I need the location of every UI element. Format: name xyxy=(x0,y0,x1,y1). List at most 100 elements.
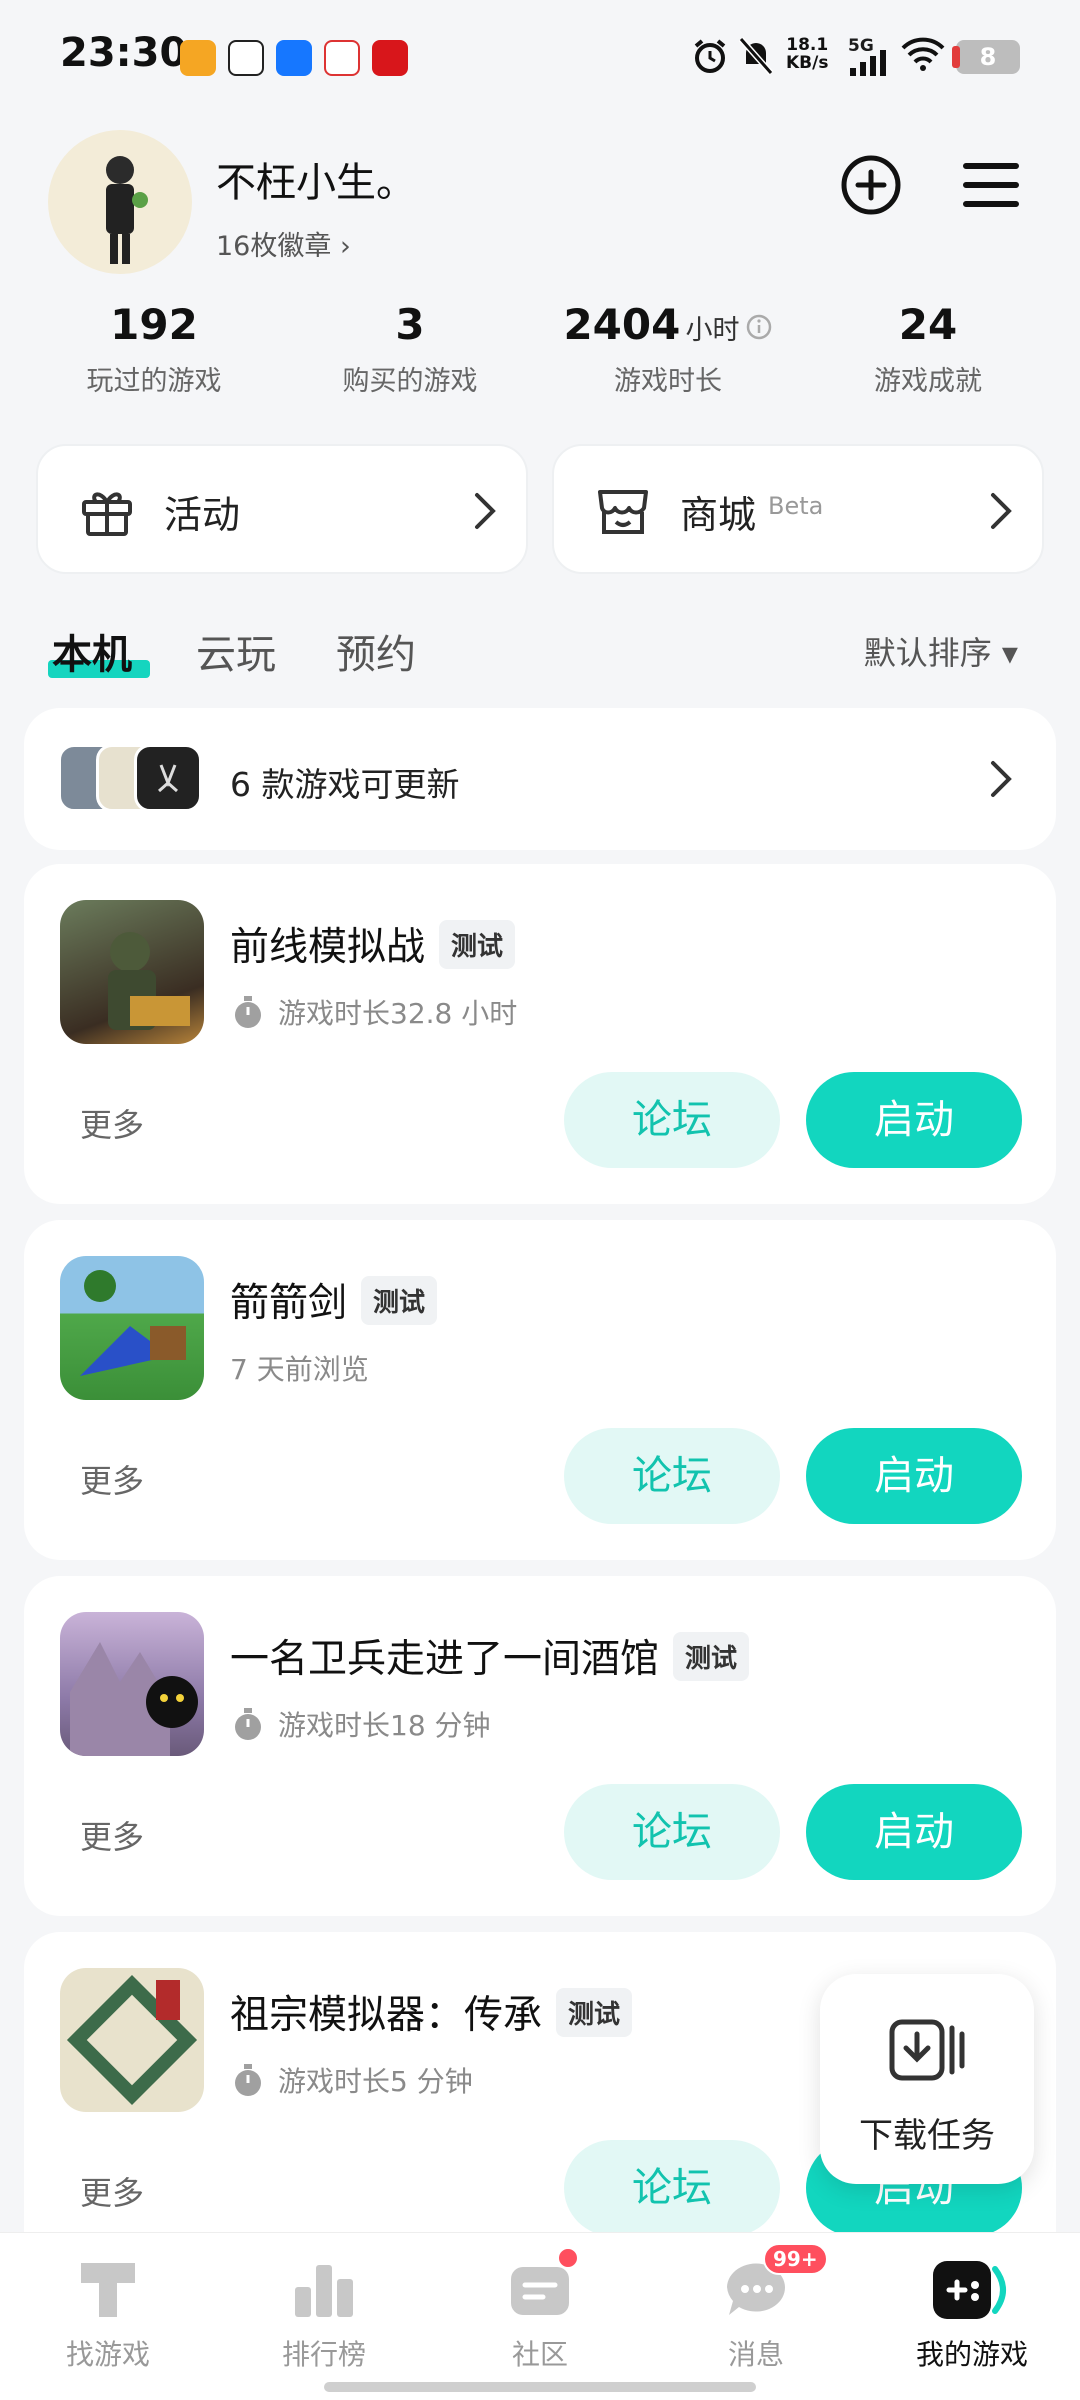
store-card[interactable]: 商城 Beta xyxy=(552,444,1044,574)
stat-achievements[interactable]: 24 游戏成就 xyxy=(818,300,1038,398)
store-icon xyxy=(598,490,648,534)
stat-label: 游戏时长 xyxy=(614,366,722,397)
gift-icon xyxy=(82,492,132,536)
stat-playtime[interactable]: 2404 小时 游戏时长 xyxy=(558,300,778,398)
more-link[interactable]: 更多 xyxy=(80,2168,144,2214)
stat-value: 2404 xyxy=(563,300,681,349)
game-thumb-icon xyxy=(134,744,202,812)
store-label: 商城 Beta xyxy=(680,484,823,539)
stat-unit: 小时 xyxy=(685,315,740,346)
nav-label: 排行榜 xyxy=(281,2338,366,2371)
find-games-icon xyxy=(71,2253,145,2327)
app-notification-icon xyxy=(180,40,216,76)
news-app-icon xyxy=(324,40,360,76)
nav-label: 社区 xyxy=(511,2338,568,2371)
forum-button[interactable]: 论坛 xyxy=(564,1072,780,1168)
app-blue-icon xyxy=(276,40,312,76)
nav-label: 找游戏 xyxy=(65,2338,150,2371)
add-icon[interactable] xyxy=(838,152,904,218)
game-subtitle-text: 游戏时长32.8 小时 xyxy=(278,997,518,1030)
more-link[interactable]: 更多 xyxy=(80,1456,144,1502)
battery-indicator: 8 xyxy=(952,40,1020,74)
more-link[interactable]: 更多 xyxy=(80,1812,144,1858)
stat-purchased[interactable]: 3 购买的游戏 xyxy=(300,300,520,398)
forum-button[interactable]: 论坛 xyxy=(564,1428,780,1524)
avatar[interactable] xyxy=(48,130,192,274)
qq-icon xyxy=(228,40,264,76)
nav-find-games[interactable]: 找游戏 xyxy=(18,2253,198,2373)
game-title: 祖宗模拟器：传承 测试 xyxy=(230,1984,633,2040)
game-title-text: 祖宗模拟器：传承 xyxy=(230,1993,543,2038)
bottom-nav: 找游戏 排行榜 社区 99+ 消息 我的游戏 xyxy=(0,2232,1080,2400)
stat-label: 购买的游戏 xyxy=(342,366,478,397)
chevron-right-icon xyxy=(991,761,1012,797)
launch-button[interactable]: 启动 xyxy=(806,1784,1022,1880)
nav-community[interactable]: 社区 xyxy=(450,2247,630,2373)
download-tasks-button[interactable]: 下载任务 xyxy=(820,1974,1034,2184)
beta-badge: Beta xyxy=(768,492,824,521)
signal-icon xyxy=(850,50,886,76)
mute-icon xyxy=(738,37,774,75)
stopwatch-icon xyxy=(235,2064,261,2096)
game-subtitle-text: 7 天前浏览 xyxy=(230,1353,369,1386)
activity-card[interactable]: 活动 xyxy=(36,444,528,574)
game-icon[interactable] xyxy=(60,900,204,1044)
game-icon[interactable] xyxy=(60,1968,204,2112)
stopwatch-icon xyxy=(235,1708,261,1740)
nav-my-games[interactable]: 我的游戏 xyxy=(882,2253,1062,2373)
stat-played[interactable]: 192 玩过的游戏 xyxy=(44,300,264,398)
status-time: 23:30 xyxy=(60,30,188,76)
study-app-icon xyxy=(372,40,408,76)
game-title-text: 一名卫兵走进了一间酒馆 xyxy=(230,1637,660,1682)
launch-button[interactable]: 启动 xyxy=(806,1428,1022,1524)
test-tag: 测试 xyxy=(673,1631,750,1681)
forum-button[interactable]: 论坛 xyxy=(564,2140,780,2236)
community-icon xyxy=(503,2247,579,2327)
game-title-text: 箭箭剑 xyxy=(230,1281,348,1326)
game-title: 箭箭剑 测试 xyxy=(230,1272,438,1328)
forum-button[interactable]: 论坛 xyxy=(564,1784,780,1880)
game-subtitle: 游戏时长5 分钟 xyxy=(230,2060,473,2100)
game-icon[interactable] xyxy=(60,1612,204,1756)
nav-label: 我的游戏 xyxy=(915,2338,1028,2371)
game-icon[interactable] xyxy=(60,1256,204,1400)
game-title: 一名卫兵走进了一间酒馆 测试 xyxy=(230,1628,750,1684)
messages-icon: 99+ xyxy=(719,2243,828,2327)
menu-icon[interactable] xyxy=(958,152,1024,218)
game-card: 前线模拟战 测试 游戏时长32.8 小时 更多 论坛 启动 xyxy=(24,864,1056,1204)
chevron-right-icon xyxy=(475,493,496,529)
nav-rankings[interactable]: 排行榜 xyxy=(234,2253,414,2373)
download-icon xyxy=(889,2019,965,2081)
nav-messages[interactable]: 99+ 消息 xyxy=(666,2243,846,2373)
test-tag: 测试 xyxy=(439,919,516,969)
chevron-right-icon xyxy=(991,493,1012,529)
stat-value: 3 xyxy=(395,300,425,349)
net-speed: 18.1 KB/s xyxy=(786,36,828,72)
info-icon[interactable] xyxy=(745,313,773,341)
alarm-icon xyxy=(694,39,726,73)
launch-button[interactable]: 启动 xyxy=(806,1072,1022,1168)
status-bar: 23:30 18.1 KB/s 5G 8 xyxy=(0,0,1080,115)
game-subtitle: 7 天前浏览 xyxy=(230,1348,369,1388)
test-tag: 测试 xyxy=(361,1275,438,1325)
test-tag: 测试 xyxy=(556,1987,633,2037)
stat-value: 24 xyxy=(898,300,958,349)
more-link[interactable]: 更多 xyxy=(80,1100,144,1146)
tab-reserve[interactable]: 预约 xyxy=(336,622,416,680)
download-tasks-label: 下载任务 xyxy=(859,2116,995,2156)
badges-link[interactable]: 16枚徽章 › xyxy=(216,224,351,263)
updates-row[interactable]: 6 款游戏可更新 xyxy=(24,708,1056,850)
stat-label: 游戏成就 xyxy=(874,366,982,397)
tab-local[interactable]: 本机 xyxy=(52,622,132,680)
my-games-icon xyxy=(933,2253,1009,2327)
updates-text: 6 款游戏可更新 xyxy=(230,765,460,804)
tab-cloud[interactable]: 云玩 xyxy=(196,622,276,680)
game-title: 前线模拟战 测试 xyxy=(230,916,516,972)
activity-label: 活动 xyxy=(164,493,241,537)
sort-dropdown[interactable]: 默认排序 ▾ xyxy=(864,628,1018,674)
stopwatch-icon xyxy=(235,996,261,1028)
game-subtitle: 游戏时长32.8 小时 xyxy=(230,992,517,1032)
game-subtitle-text: 游戏时长18 分钟 xyxy=(278,1709,491,1742)
game-card: 一名卫兵走进了一间酒馆 测试 游戏时长18 分钟 更多 论坛 启动 xyxy=(24,1576,1056,1916)
rankings-icon xyxy=(287,2253,361,2327)
